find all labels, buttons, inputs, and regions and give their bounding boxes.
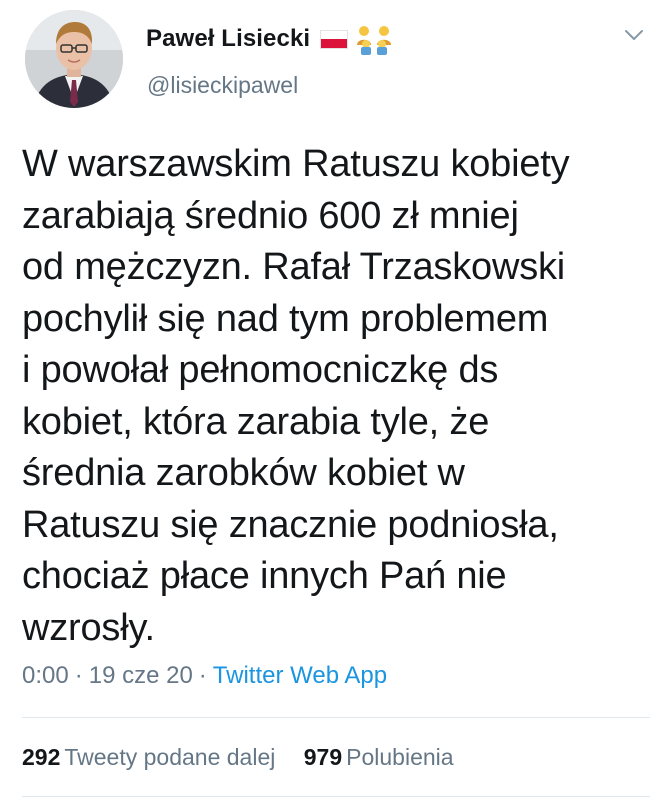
tweet-card: Paweł Lisiecki @lisieckipawel W warszaws…	[0, 0, 658, 800]
retweets-stat[interactable]: 292 Tweety podane dalej	[22, 744, 275, 771]
divider	[22, 717, 650, 718]
meta-separator: ·	[74, 662, 83, 689]
author-handle[interactable]: @lisieckipawel	[147, 72, 298, 99]
meta-separator: ·	[198, 662, 207, 689]
family-icon	[354, 23, 394, 55]
tweet-text: W warszawskim Ratuszu kobiety zarabiają …	[22, 143, 570, 649]
tweet-meta: 0:00 · 19 cze 20 · Twitter Web App	[22, 662, 387, 690]
author-name-row: Paweł Lisiecki	[146, 22, 394, 56]
likes-count: 979	[303, 744, 343, 770]
likes-stat[interactable]: 979 Polubienia	[304, 744, 454, 771]
retweets-count: 292	[22, 744, 61, 770]
divider	[22, 796, 650, 797]
poland-flag-icon	[320, 29, 349, 49]
chevron-down-icon[interactable]	[622, 26, 646, 44]
tweet-stats: 292 Tweety podane dalej 979 Polubienia	[22, 744, 476, 771]
likes-label: Polubienia	[346, 744, 454, 770]
tweet-date[interactable]: 19 cze 20	[89, 662, 193, 689]
tweet-source-link[interactable]: Twitter Web App	[213, 662, 387, 689]
tweet-time[interactable]: 0:00	[22, 662, 69, 689]
avatar[interactable]	[25, 10, 123, 108]
author-display-name[interactable]: Paweł Lisiecki	[146, 25, 310, 53]
retweets-label: Tweety podane dalej	[64, 744, 276, 770]
